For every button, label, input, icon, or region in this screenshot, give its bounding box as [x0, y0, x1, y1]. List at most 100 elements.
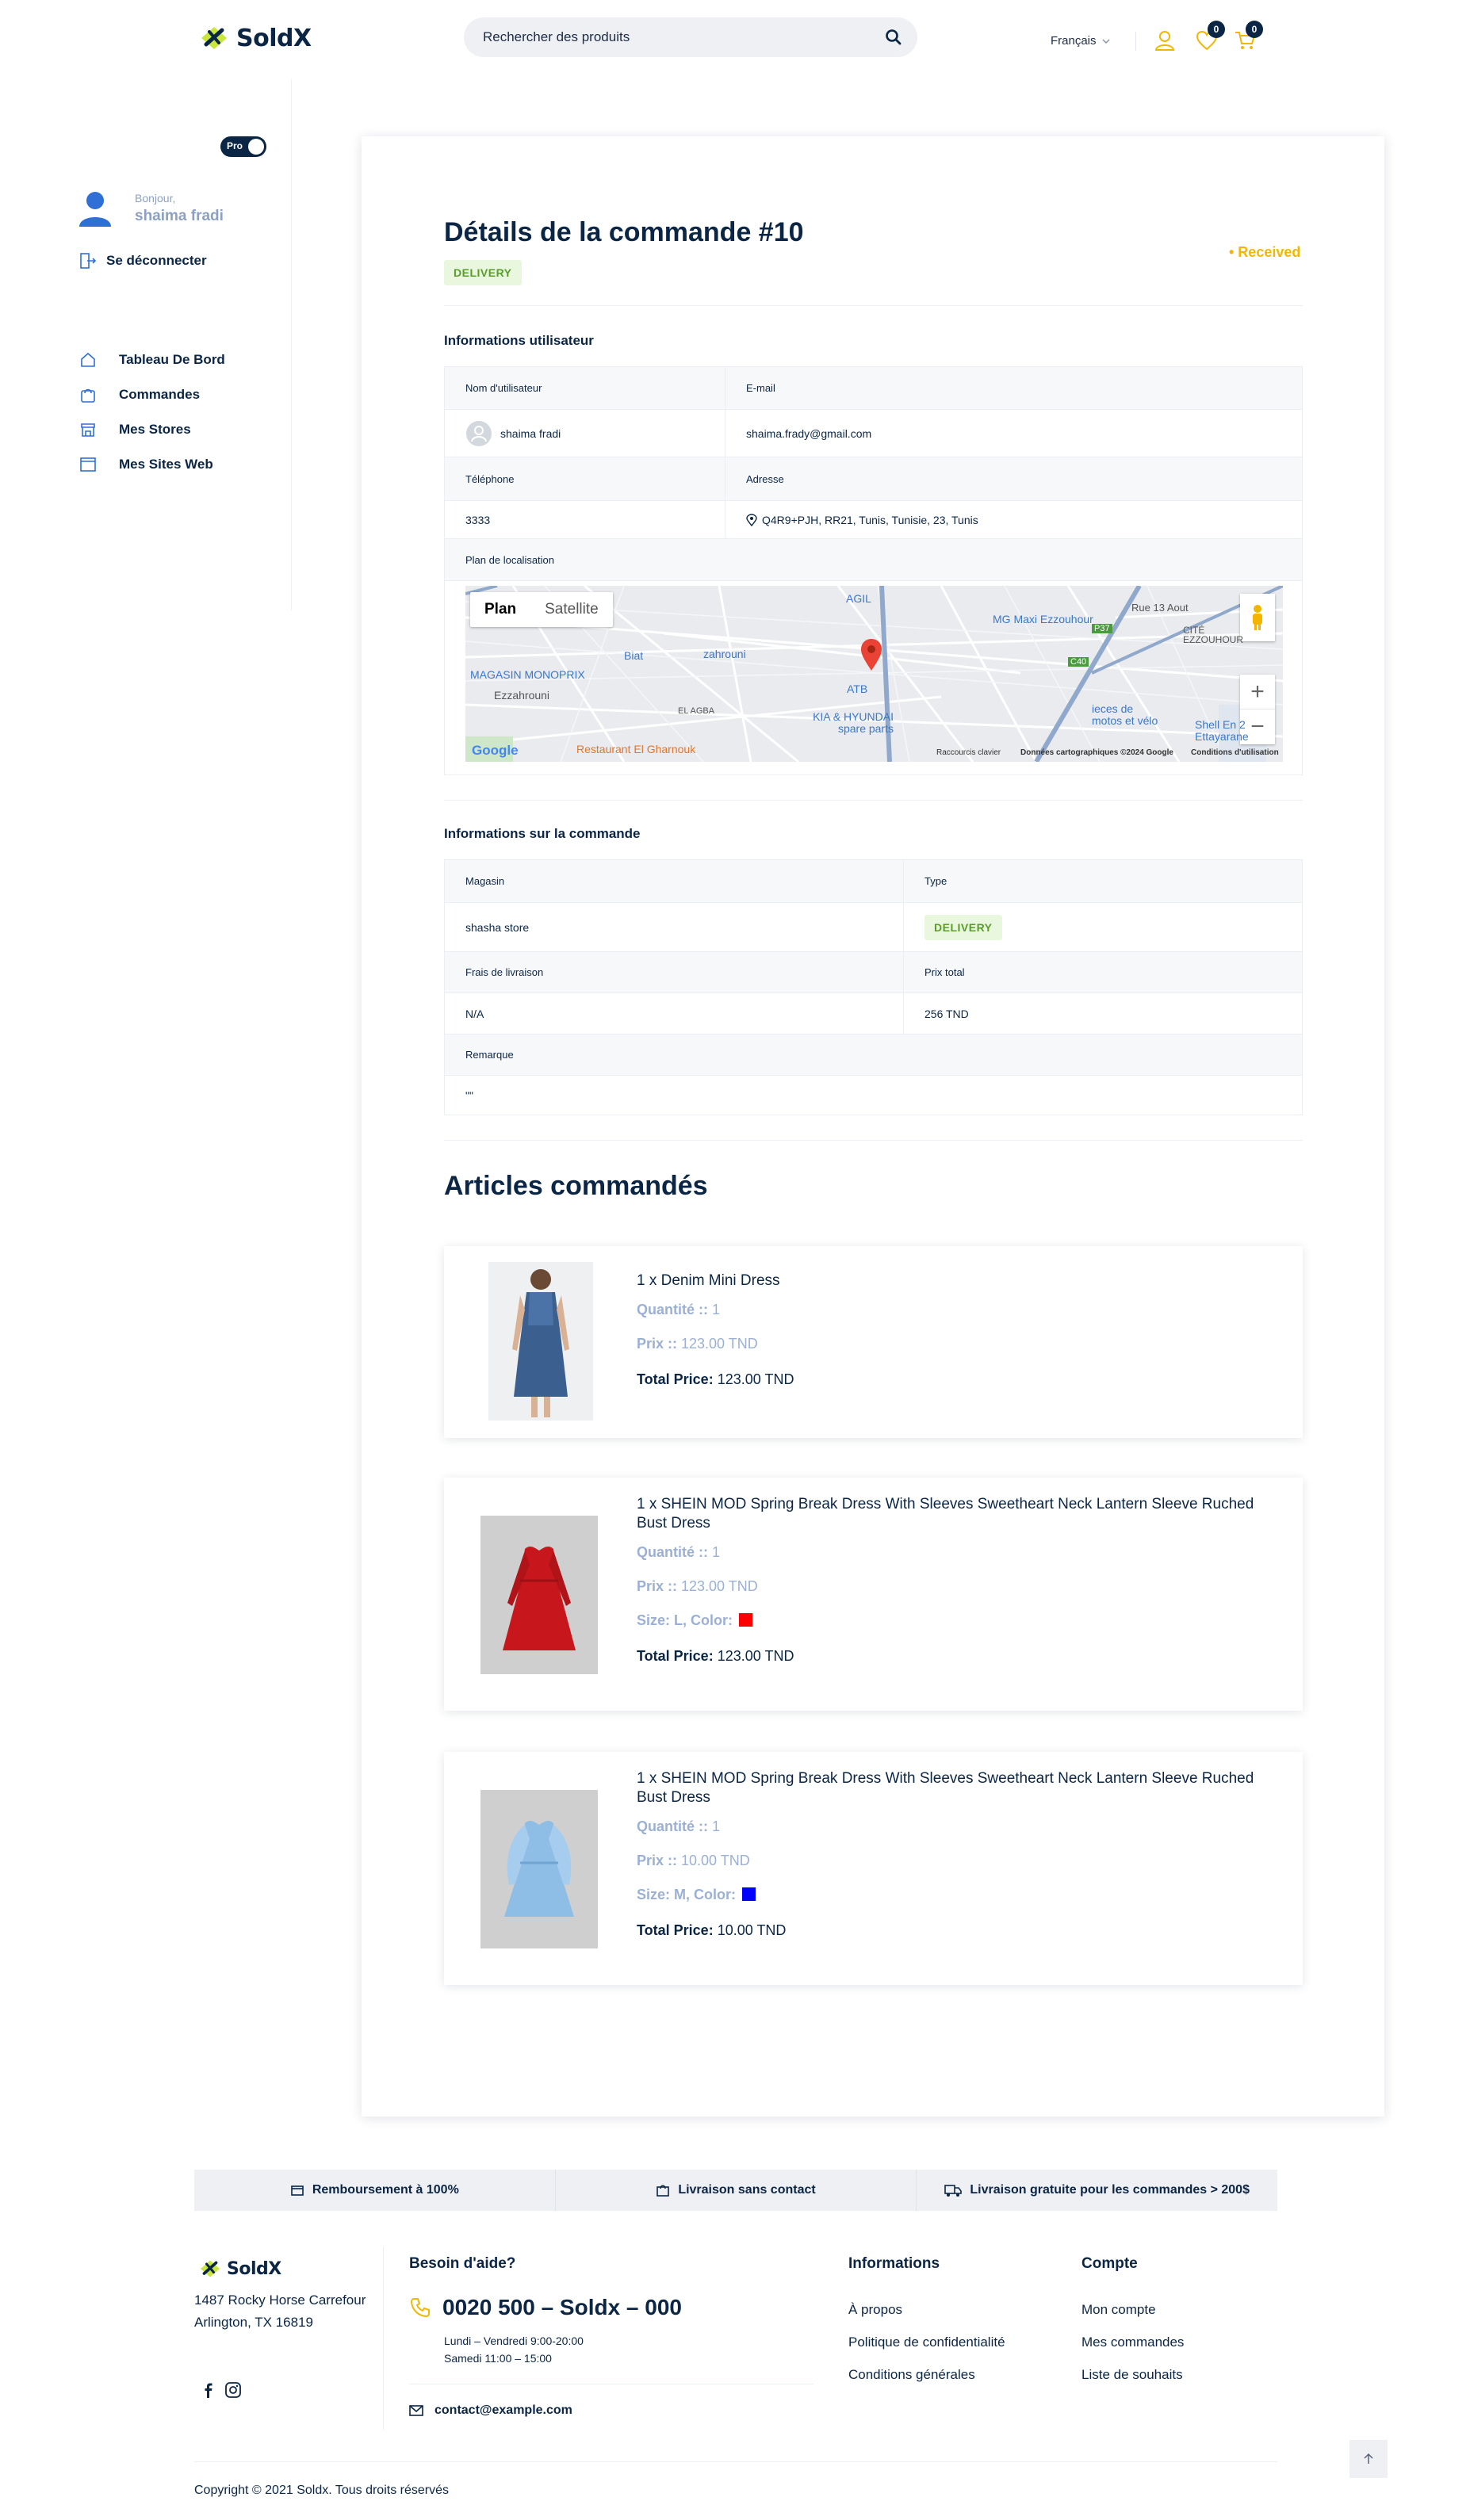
location-map[interactable]: Plan Satellite + − AGIL MG Maxi Ezzouhou…	[465, 586, 1283, 762]
opening-hours: Lundi – Vendredi 9:00-20:00 Samedi 11:00…	[444, 2332, 584, 2367]
qty-value: 1	[712, 1544, 721, 1560]
total-price-label: Total Price:	[637, 1371, 714, 1387]
cart-button[interactable]: 0	[1233, 21, 1263, 52]
item-name: 1 x SHEIN MOD Spring Break Dress With Sl…	[637, 1496, 1254, 1532]
pro-toggle[interactable]: Pro	[220, 136, 266, 157]
footer-link-account[interactable]: Mon compte	[1081, 2293, 1184, 2326]
price-value: 123.00 TND	[681, 1336, 758, 1352]
user-icon[interactable]	[1153, 29, 1177, 52]
qty-label: Quantité ::	[637, 1302, 712, 1317]
map-type-switch: Plan Satellite	[470, 592, 613, 627]
feature-contactless: Livraison sans contact	[554, 2170, 917, 2211]
brand-name: SoldX	[236, 24, 312, 52]
phone-label: Téléphone	[445, 457, 725, 500]
map-tab-satellite[interactable]: Satellite	[530, 592, 613, 627]
map-label: Restaurant El Gharnouk	[576, 743, 696, 755]
road-badge: P37	[1092, 624, 1112, 633]
sidebar-item-label: Commandes	[119, 387, 201, 402]
store-label: Magasin	[445, 860, 903, 902]
greeting-text: Bonjour,	[135, 192, 176, 205]
map-label: ieces de motos et vélo	[1092, 702, 1158, 727]
sidebar: Pro Bonjour, shaima fradi Se déconnecter…	[0, 79, 292, 610]
logo-icon	[201, 27, 227, 49]
footer-logo[interactable]: SoldX	[198, 2257, 281, 2281]
sidebar-item-orders[interactable]: Commandes	[79, 377, 225, 412]
price-label: Prix ::	[637, 1336, 682, 1352]
item-info: 1 x SHEIN MOD Spring Break Dress With Sl…	[637, 1495, 1279, 1665]
footer-link-about[interactable]: À propos	[848, 2293, 1005, 2326]
search-bar	[464, 17, 917, 57]
wishlist-button[interactable]: 0	[1195, 21, 1225, 52]
map-label: Rue 13 Aout	[1131, 602, 1189, 614]
feature-label: Livraison sans contact	[678, 2183, 816, 2197]
contact-email: contact@example.com	[434, 2403, 572, 2417]
contact-email-link[interactable]: contact@example.com	[409, 2403, 572, 2418]
help-title: Besoin d'aide?	[409, 2255, 516, 2272]
map-marker-icon[interactable]	[859, 638, 883, 671]
sidebar-nav: Tableau De Bord Commandes Mes Stores Mes…	[79, 342, 225, 482]
store-value: shasha store	[465, 920, 530, 934]
help-phone[interactable]: 0020 500 – Soldx – 000	[409, 2295, 682, 2320]
product-image[interactable]	[480, 1516, 598, 1674]
page-title: Détails de la commande #10	[444, 217, 804, 247]
sidebar-item-websites[interactable]: Mes Sites Web	[79, 447, 225, 482]
product-image[interactable]	[480, 1790, 598, 1948]
footer-column-title: Compte	[1081, 2255, 1138, 2272]
item-info: 1 x Denim Mini Dress Quantité :: 1 Prix …	[637, 1271, 1279, 1388]
user-info-table: Nom d'utilisateur E-mail shaima fradi sh…	[444, 366, 1303, 775]
language-label: Français	[1051, 34, 1097, 48]
arrow-up-icon	[1364, 2453, 1373, 2464]
search-icon[interactable]	[884, 28, 903, 47]
search-input[interactable]	[483, 17, 863, 57]
phone-value: 3333	[465, 513, 491, 526]
logout-link[interactable]: Se déconnecter	[79, 252, 207, 270]
type-badge: DELIVERY	[924, 914, 1002, 940]
toggle-knob	[248, 139, 264, 155]
map-label: MAGASIN MONOPRIX	[470, 668, 585, 681]
back-to-top-button[interactable]	[1349, 2440, 1388, 2478]
facebook-icon[interactable]	[200, 2381, 217, 2399]
instagram-icon[interactable]	[224, 2381, 242, 2399]
price-value: 10.00 TND	[681, 1853, 750, 1868]
location-pin-icon	[746, 513, 757, 526]
map-tab-plan[interactable]: Plan	[470, 592, 530, 627]
order-type-badge: DELIVERY	[444, 260, 522, 285]
map-label: KIA & HYUNDAI spare parts	[813, 710, 894, 735]
feature-refund: Remboursement à 100%	[194, 2170, 555, 2211]
language-selector[interactable]: Français	[1051, 34, 1111, 48]
feature-label: Remboursement à 100%	[312, 2183, 459, 2197]
sidebar-item-label: Mes Sites Web	[119, 457, 213, 472]
qty-label: Quantité ::	[637, 1544, 712, 1560]
zoom-in-button[interactable]: +	[1240, 675, 1275, 709]
feature-label: Livraison gratuite pour les commandes > …	[970, 2183, 1250, 2197]
sidebar-item-stores[interactable]: Mes Stores	[79, 412, 225, 447]
divider	[444, 800, 1303, 801]
phone-icon	[410, 2298, 430, 2318]
size-color-label: Size: M, Color:	[637, 1887, 736, 1902]
logout-icon	[80, 253, 97, 269]
username-value: shaima fradi	[500, 426, 561, 440]
footer-link-wishlist[interactable]: Liste de souhaits	[1081, 2358, 1184, 2391]
map-label: AGIL	[846, 592, 871, 605]
mail-icon	[409, 2405, 423, 2416]
truck-icon	[944, 2185, 963, 2197]
product-image[interactable]	[488, 1262, 593, 1421]
footer-link-terms[interactable]: Conditions générales	[848, 2358, 1005, 2391]
type-label: Type	[903, 860, 1302, 902]
street-view-button[interactable]	[1240, 594, 1275, 641]
sidebar-item-dashboard[interactable]: Tableau De Bord	[79, 342, 225, 377]
bag-icon	[657, 2185, 670, 2197]
browser-icon	[80, 457, 96, 472]
footer-link-privacy[interactable]: Politique de confidentialité	[848, 2326, 1005, 2358]
map-shortcuts-link[interactable]: Raccourcis clavier	[936, 748, 1001, 757]
total-price-value: 123.00 TND	[717, 1371, 794, 1387]
qty-value: 1	[712, 1302, 721, 1317]
brand-logo[interactable]: SoldX	[198, 22, 312, 54]
sidebar-item-label: Mes Stores	[119, 422, 191, 437]
footer-link-orders[interactable]: Mes commandes	[1081, 2326, 1184, 2358]
map-label: zahrouni	[703, 648, 746, 660]
pro-toggle-label: Pro	[227, 140, 243, 151]
cart-count-badge: 0	[1246, 21, 1263, 38]
qty-value: 1	[712, 1818, 721, 1834]
map-terms-link[interactable]: Conditions d'utilisation	[1191, 748, 1279, 757]
